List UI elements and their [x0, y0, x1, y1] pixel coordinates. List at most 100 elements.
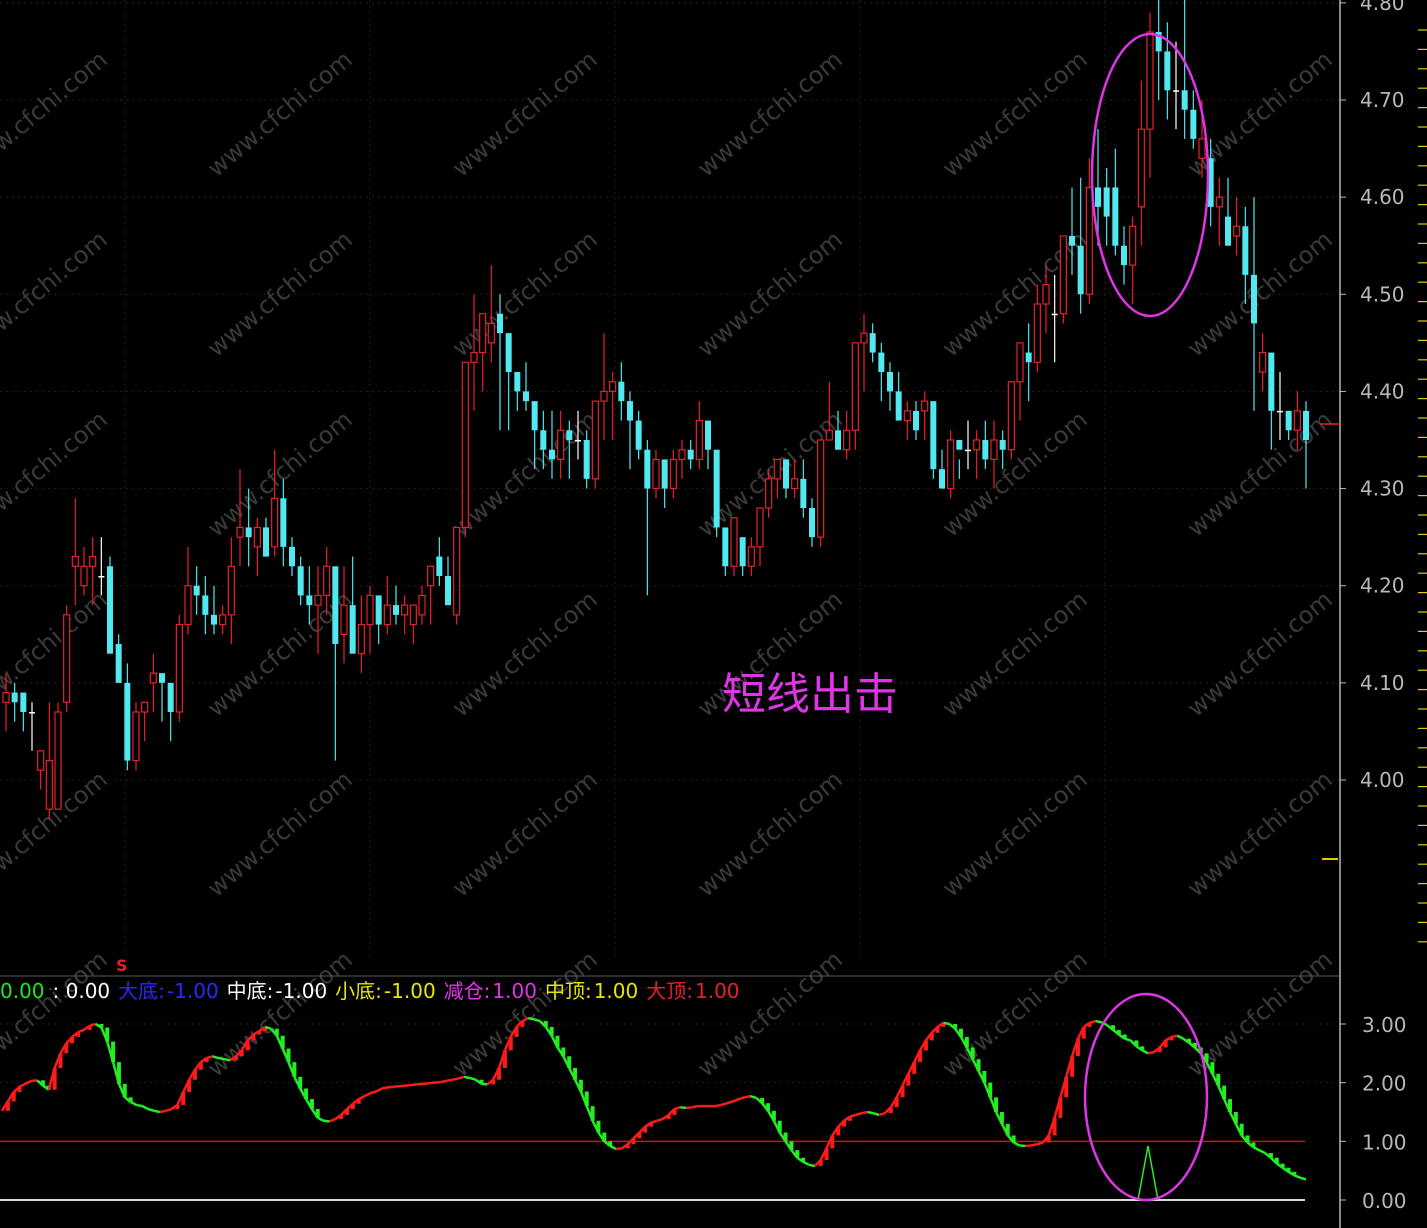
candle-body-doji: [98, 576, 105, 578]
candle-body-down: [549, 449, 555, 460]
candle-body-up: [695, 419, 703, 461]
candle-body-down: [1190, 109, 1197, 139]
candle-body-down: [11, 692, 18, 703]
legend-entry: 1.00: [694, 979, 740, 1003]
candle-body-down: [263, 527, 269, 557]
indicator-segment-up: [855, 1111, 862, 1117]
candle-body-down: [393, 605, 399, 615]
candle-body-down: [1303, 410, 1309, 440]
candle-body-up: [652, 458, 660, 490]
indicator-tick-label: 1.00: [1362, 1130, 1407, 1154]
indicator-segment-up: [89, 1022, 96, 1027]
indicator-segment-up: [615, 1147, 622, 1151]
legend-entry: -1.00: [275, 979, 328, 1003]
candle-body-down: [999, 440, 1006, 450]
indicator-segment-down: [802, 1160, 810, 1166]
indicator-segment-down: [867, 1110, 874, 1115]
candle-body-down: [20, 692, 27, 712]
indicator-segment-up: [381, 1086, 389, 1090]
candle-body-down: [913, 410, 919, 431]
candle-body-down: [800, 478, 807, 508]
candle-body-doji: [1277, 410, 1283, 413]
price-tick-label: 4.20: [1360, 574, 1405, 598]
price-tick-label: 4.50: [1360, 282, 1405, 306]
candle-body-down: [887, 372, 893, 392]
indicator-segment-down: [872, 1111, 880, 1117]
candle-body-up: [843, 429, 851, 451]
indicator-segment-down: [1252, 1146, 1260, 1152]
candle-body-down: [566, 430, 573, 440]
watermark-text: www.cfchi.com: [202, 945, 358, 1082]
candle-body-down: [635, 420, 642, 450]
candle-body-down: [202, 595, 209, 615]
indicator-segment-down: [130, 1100, 138, 1107]
candle-body-up: [730, 517, 738, 567]
candle-body-up: [323, 565, 331, 597]
indicator-segment-up: [428, 1081, 435, 1085]
watermark-text: www.cfchi.com: [1182, 45, 1338, 182]
candle-body-up: [1085, 186, 1093, 295]
candle-body-up: [340, 604, 348, 635]
candle-body-down: [540, 430, 547, 450]
candle-body-up: [756, 507, 764, 548]
candle-body-up: [89, 555, 97, 567]
candle-body-down: [375, 595, 382, 625]
candle-body-up: [591, 400, 599, 480]
indicator-segment-up: [1025, 1144, 1032, 1148]
candle-body-up: [219, 614, 227, 626]
indicator-segment-down: [1013, 1141, 1021, 1147]
candle-body-down: [1069, 236, 1075, 246]
indicator-segment-up: [434, 1080, 441, 1084]
candle-body-down: [713, 449, 720, 528]
watermark-text: www.cfchi.com: [447, 765, 603, 902]
watermark-text: www.cfchi.com: [937, 585, 1093, 722]
candle-body-down: [167, 682, 174, 712]
candle-body-up: [903, 410, 911, 422]
indicator-highlight-circle: [1083, 992, 1209, 1202]
indicator-segment-up: [399, 1084, 406, 1088]
indicator-segment-down: [264, 1025, 272, 1030]
candle-body-up: [557, 429, 565, 461]
candle-body-down: [211, 614, 217, 625]
indicator-segment-up: [1036, 1141, 1044, 1146]
price-tick-label: 4.00: [1360, 768, 1405, 792]
candle-body-down: [783, 459, 789, 489]
watermark-text: www.cfchi.com: [447, 585, 603, 722]
watermark-text: www.cfchi.com: [937, 765, 1093, 902]
indicator-segment-down: [680, 1106, 687, 1110]
price-tick-label: 4.80: [1360, 0, 1405, 15]
indicator-segment-down: [481, 1082, 488, 1086]
candle-body-up: [851, 342, 859, 431]
indicator-segment-down: [808, 1163, 816, 1168]
indicator-segment-up: [375, 1087, 383, 1093]
candlestick-series: [2, 0, 1309, 819]
candle-body-up: [271, 497, 279, 548]
candle-body-up: [453, 526, 461, 616]
watermark-text: www.cfchi.com: [0, 45, 113, 182]
candle-body-up: [37, 750, 45, 771]
watermark-text: www.cfchi.com: [0, 225, 113, 362]
candle-body-down: [739, 537, 746, 567]
indicator-segment-down: [136, 1103, 143, 1108]
candle-body-down: [618, 381, 625, 402]
watermark-text: www.cfchi.com: [202, 225, 358, 362]
indicator-segment-up: [358, 1095, 366, 1101]
indicator-segment-down: [528, 1016, 535, 1021]
candle-body-up: [765, 478, 773, 509]
indicator-segment-up: [878, 1111, 886, 1117]
candle-body-up: [1033, 303, 1041, 363]
candle-body-down: [644, 449, 651, 489]
candle-body-up: [366, 594, 374, 626]
candle-body-up: [227, 565, 235, 616]
candle-body-up: [401, 604, 409, 616]
legend-entry: 1.00: [492, 979, 537, 1003]
candle-body-down: [583, 440, 590, 479]
candle-body-doji: [965, 449, 971, 452]
candle-body-up: [1007, 381, 1015, 451]
indicator-segment-up: [691, 1104, 699, 1109]
candle-body-up: [609, 381, 617, 393]
indicator-segment-down: [750, 1094, 757, 1100]
candle-body-up: [860, 332, 868, 344]
candle-body-down: [705, 420, 711, 450]
indicator-segment-up: [452, 1077, 459, 1081]
